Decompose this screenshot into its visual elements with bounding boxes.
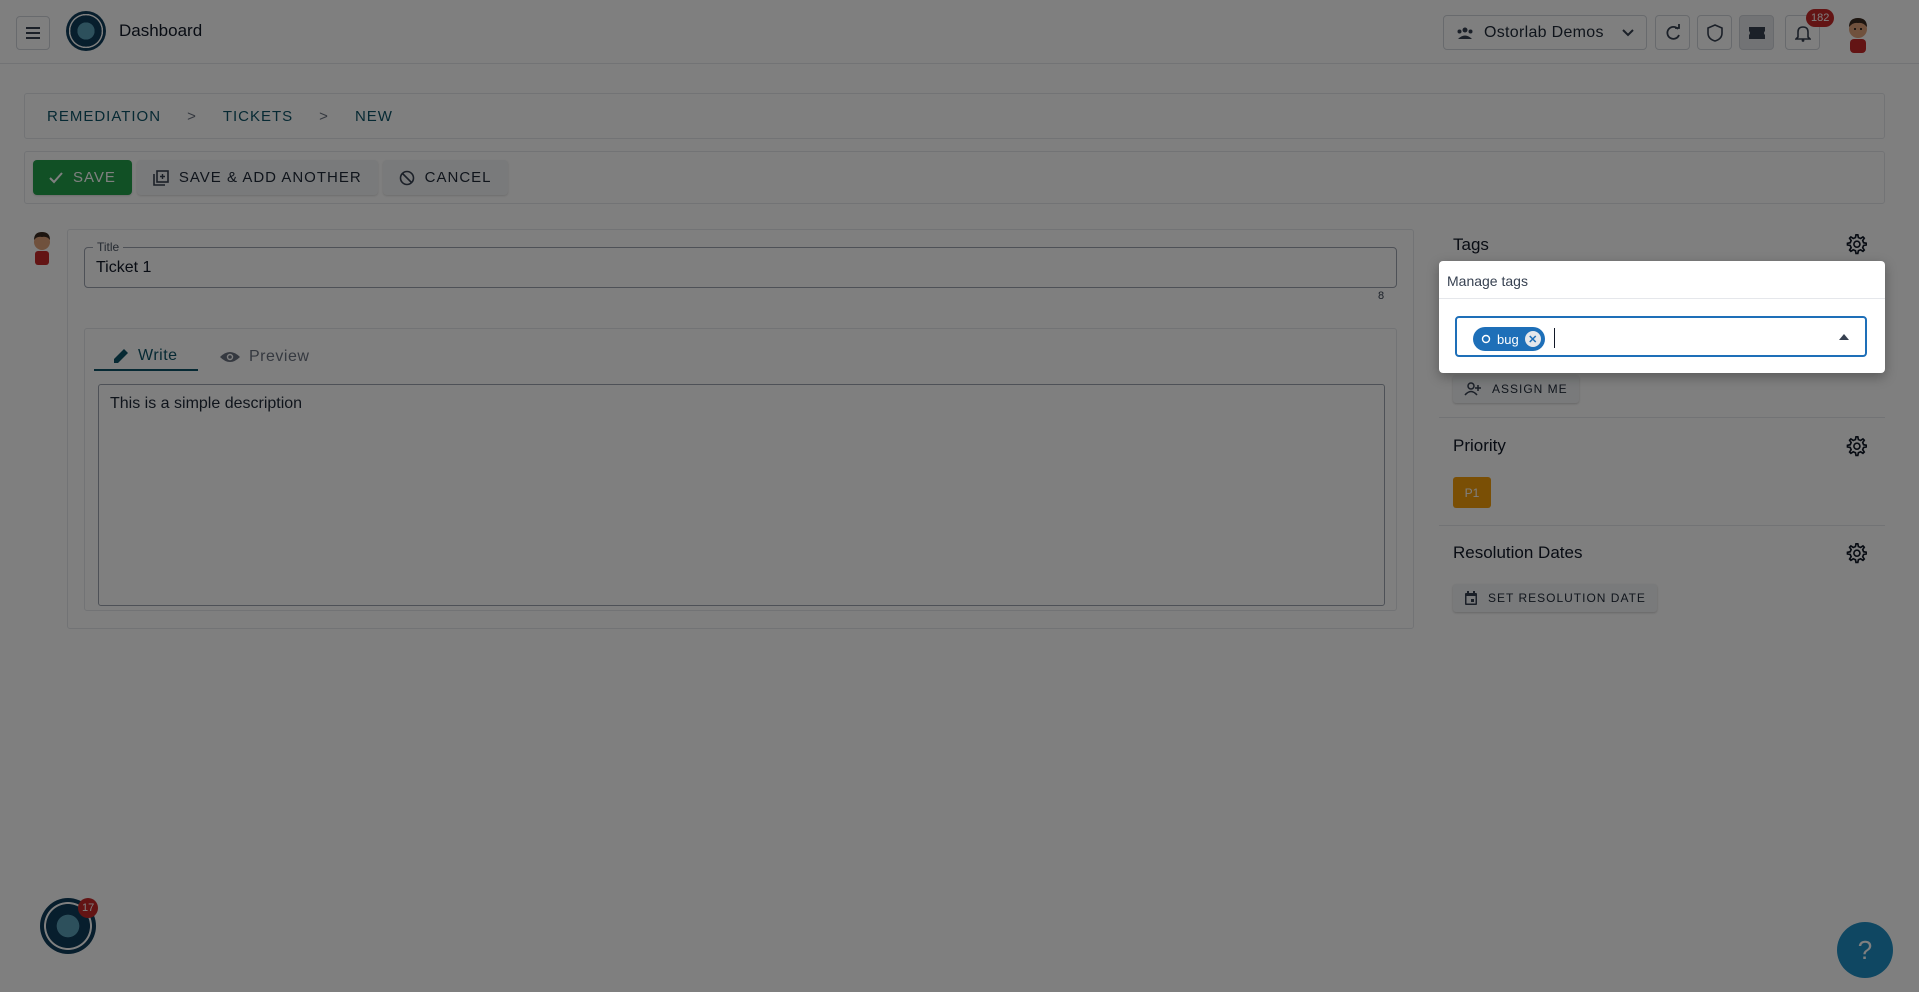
chevron-up-icon[interactable] xyxy=(1839,334,1849,340)
text-caret xyxy=(1554,328,1555,348)
tag-chip[interactable]: bug ✕ xyxy=(1473,327,1545,351)
manage-tags-popover: Manage tags bug ✕ xyxy=(1439,261,1885,373)
tags-input[interactable]: bug ✕ xyxy=(1455,316,1867,357)
tag-chip-label: bug xyxy=(1497,331,1519,347)
manage-tags-title: Manage tags xyxy=(1439,261,1885,299)
modal-backdrop[interactable] xyxy=(0,0,1919,992)
tag-icon xyxy=(1481,334,1491,344)
close-circle-icon[interactable]: ✕ xyxy=(1524,331,1541,347)
